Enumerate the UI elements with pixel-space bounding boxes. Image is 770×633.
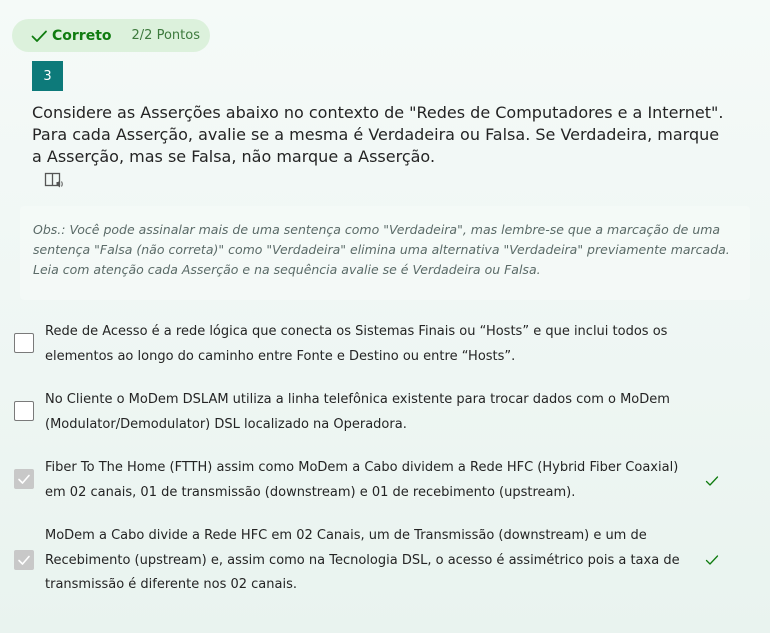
- status-label: Correto: [52, 27, 112, 44]
- option-checkbox-checked[interactable]: [14, 550, 34, 570]
- immersive-reader-icon[interactable]: [44, 172, 64, 190]
- correct-checkmark-icon: [704, 552, 720, 568]
- option-text: Rede de Acesso é a rede lógica que conec…: [45, 324, 668, 364]
- option-checkbox[interactable]: [14, 401, 34, 421]
- question-text: Considere as Asserções abaixo no context…: [32, 103, 724, 166]
- option-checkbox-checked[interactable]: [14, 469, 34, 489]
- correct-checkmark-icon: [704, 473, 720, 489]
- observation-text: Obs.: Você pode assinalar mais de uma se…: [33, 222, 730, 277]
- option-text: No Cliente o MoDem DSLAM utiliza a linha…: [45, 392, 670, 432]
- option-text: MoDem a Cabo divide a Rede HFC em 02 Can…: [45, 528, 680, 592]
- points-label: 2/2 Pontos: [131, 28, 200, 43]
- status-badge: Correto 2/2 Pontos: [12, 19, 210, 52]
- option-checkbox[interactable]: [14, 333, 34, 353]
- checkmark-icon: [30, 27, 48, 45]
- question-number: 3: [32, 61, 63, 91]
- option-text: Fiber To The Home (FTTH) assim como MoDe…: [45, 460, 679, 500]
